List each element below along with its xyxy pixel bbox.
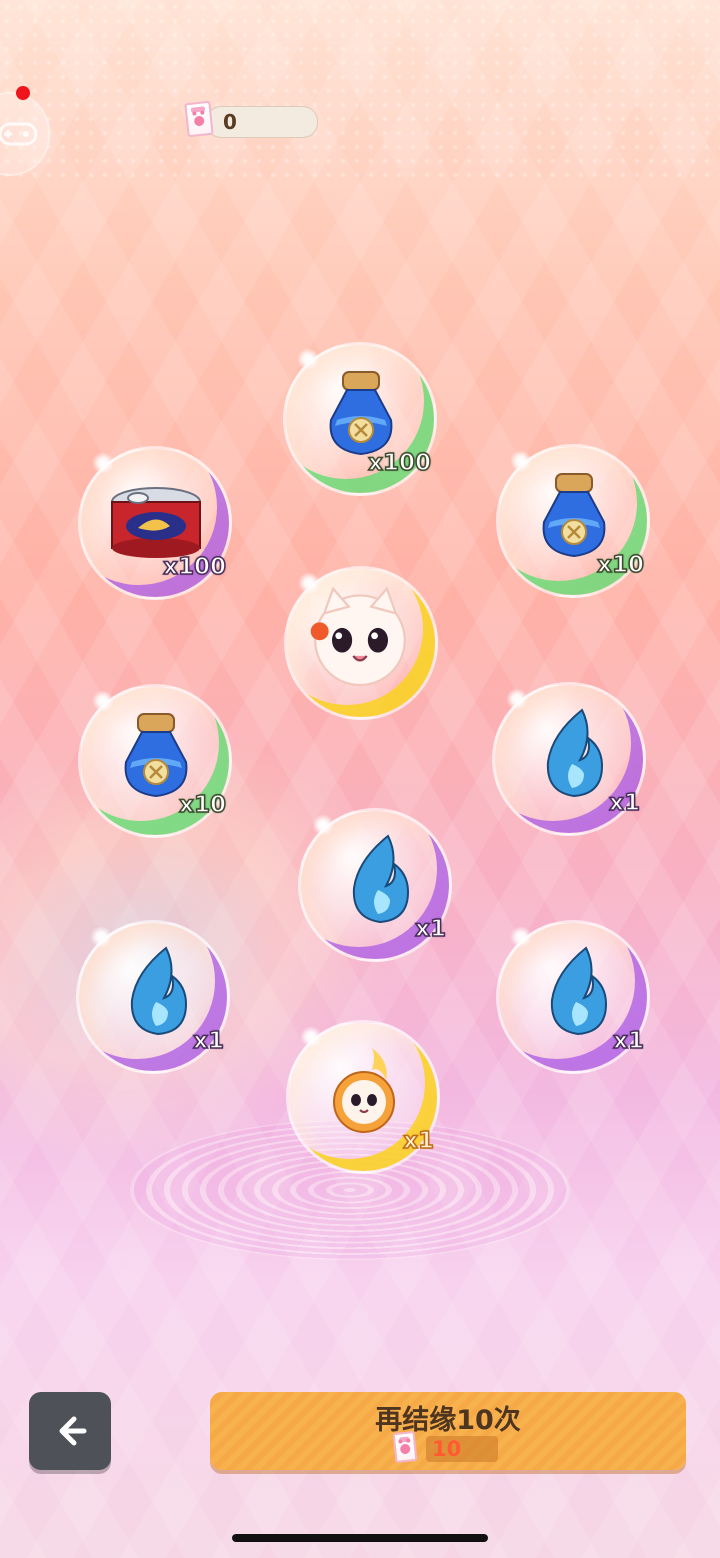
fish-can-icon — [111, 487, 201, 558]
draw-again-label: 再结缘10次 — [375, 1405, 521, 1436]
blue-flame-icon — [130, 946, 188, 1036]
draw-cost-value: 10 — [432, 1437, 462, 1461]
reward-quantity: x1 — [608, 789, 640, 817]
reward-quantity: x100 — [367, 449, 431, 477]
blue-potion-bottle-icon — [329, 371, 393, 456]
chevron-left-icon — [59, 1416, 87, 1446]
blue-potion-bottle-icon — [124, 713, 188, 798]
blue-flame-icon — [546, 708, 604, 798]
reward-quantity: x1 — [414, 915, 446, 943]
reward-bubble[interactable]: x100 — [283, 342, 437, 496]
reward-bubble[interactable]: x100 — [78, 446, 232, 600]
reward-quantity: x100 — [162, 553, 226, 581]
reward-bubble[interactable]: x1 — [492, 682, 646, 836]
blue-potion-bottle-icon — [542, 473, 606, 558]
gamepad-icon — [0, 122, 38, 146]
reward-bubble[interactable]: x1 — [496, 920, 650, 1074]
reward-quantity: x1 — [612, 1027, 644, 1055]
reward-quantity: x1 — [192, 1027, 224, 1055]
blue-flame-icon — [352, 834, 410, 924]
gamepad-button[interactable] — [0, 92, 50, 176]
currency-value: 0 — [223, 110, 237, 134]
reward-quantity: x1 — [402, 1127, 434, 1155]
currency-display: 0 — [206, 106, 318, 138]
reward-bubble[interactable]: x10 — [78, 684, 232, 838]
reward-bubble[interactable]: x1 — [76, 920, 230, 1074]
reward-bubble[interactable]: x1 — [298, 808, 452, 962]
back-button[interactable] — [29, 1392, 111, 1470]
home-indicator[interactable] — [232, 1534, 488, 1542]
cat-character-portrait — [310, 586, 406, 687]
reward-bubble[interactable]: x1 — [286, 1020, 440, 1174]
reward-bubble[interactable]: x10 — [496, 444, 650, 598]
fire-cat-avatar-icon — [333, 1048, 395, 1133]
draw-again-button[interactable]: 再结缘10次 10 — [210, 1392, 686, 1470]
reward-quantity: x10 — [178, 791, 226, 819]
blue-flame-icon — [550, 946, 608, 1036]
dot-pattern-overlay — [0, 0, 720, 180]
reward-quantity: x10 — [596, 551, 644, 579]
notification-dot — [16, 86, 30, 100]
paw-ticket-icon — [392, 1430, 418, 1464]
reward-bubble-character[interactable] — [284, 566, 438, 720]
paw-ticket-icon — [184, 100, 214, 138]
